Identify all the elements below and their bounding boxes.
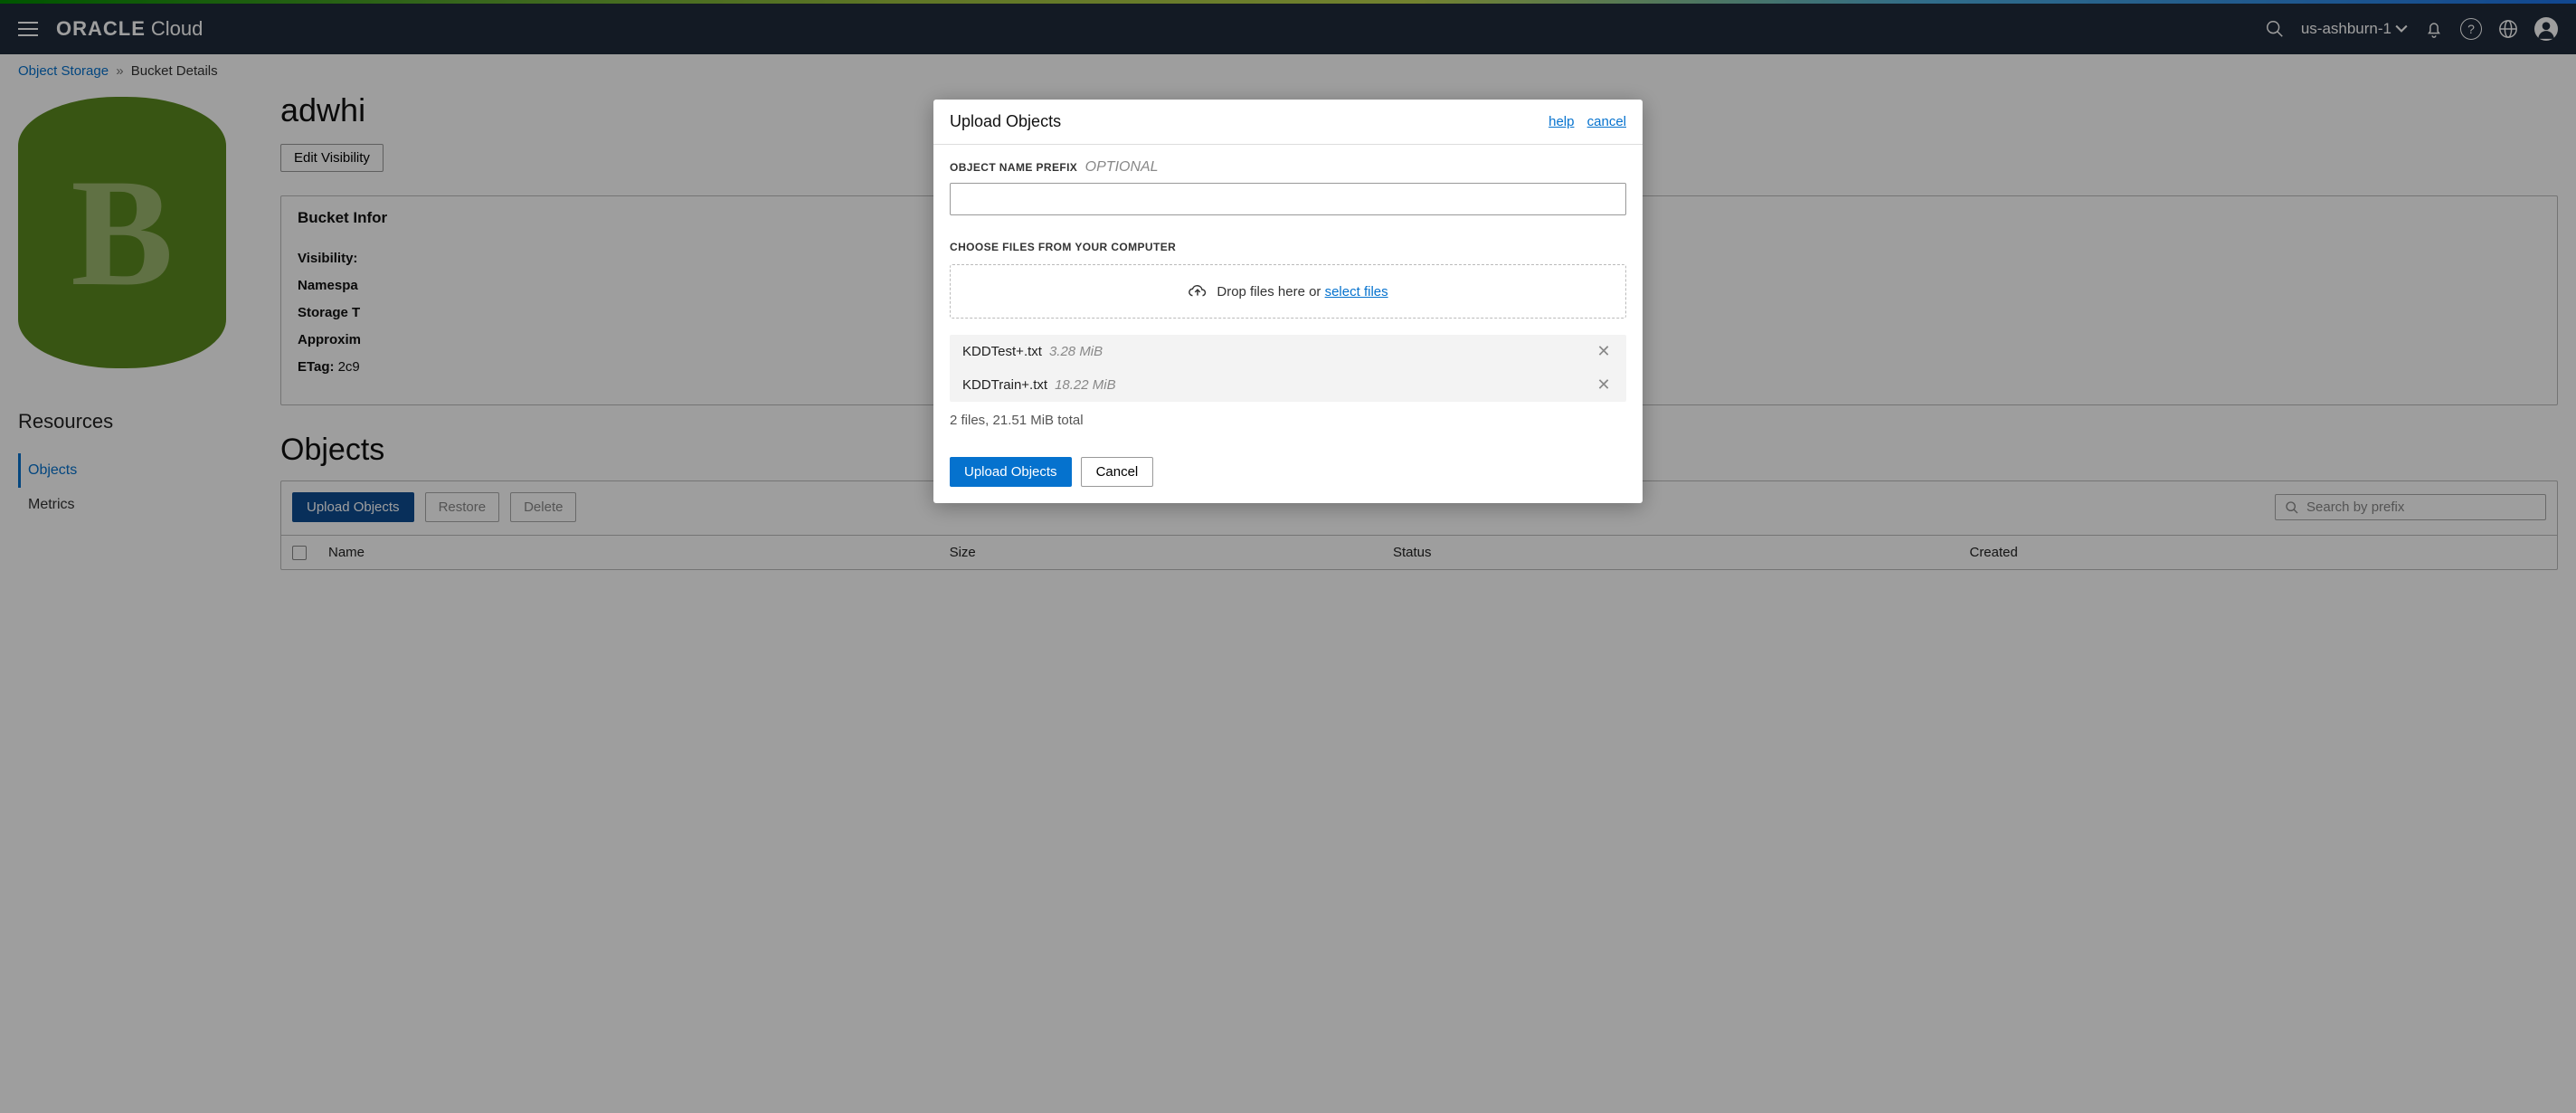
select-files-link[interactable]: select files — [1325, 284, 1388, 300]
upload-summary: 2 files, 21.51 MiB total — [950, 413, 1626, 428]
file-size: 3.28 MiB — [1049, 344, 1103, 359]
upload-objects-confirm-button[interactable]: Upload Objects — [950, 457, 1072, 487]
remove-file-icon[interactable]: ✕ — [1594, 376, 1614, 395]
file-size: 18.22 MiB — [1055, 377, 1116, 393]
remove-file-icon[interactable]: ✕ — [1594, 342, 1614, 361]
prefix-label: OBJECT NAME PREFIX — [950, 161, 1077, 174]
drop-text: Drop files here or — [1217, 284, 1324, 300]
optional-label: OPTIONAL — [1085, 159, 1159, 175]
cancel-button[interactable]: Cancel — [1081, 457, 1154, 487]
file-name: KDDTrain+.txt — [962, 377, 1047, 393]
dropzone[interactable]: Drop files here or select files — [950, 264, 1626, 319]
modal-title: Upload Objects — [950, 112, 1061, 131]
modal-cancel-link[interactable]: cancel — [1587, 114, 1626, 129]
cloud-upload-icon — [1188, 283, 1208, 300]
upload-modal: Upload Objects help cancel OBJECT NAME P… — [933, 100, 1643, 503]
file-row: KDDTest+.txt 3.28 MiB ✕ — [950, 335, 1626, 368]
file-list: KDDTest+.txt 3.28 MiB ✕ KDDTrain+.txt 18… — [950, 335, 1626, 402]
file-row: KDDTrain+.txt 18.22 MiB ✕ — [950, 368, 1626, 402]
file-name: KDDTest+.txt — [962, 344, 1042, 359]
modal-help-link[interactable]: help — [1548, 114, 1574, 129]
object-name-prefix-input[interactable] — [950, 183, 1626, 215]
modal-overlay: Upload Objects help cancel OBJECT NAME P… — [0, 0, 2576, 1113]
choose-files-label: CHOOSE FILES FROM YOUR COMPUTER — [950, 241, 1626, 253]
